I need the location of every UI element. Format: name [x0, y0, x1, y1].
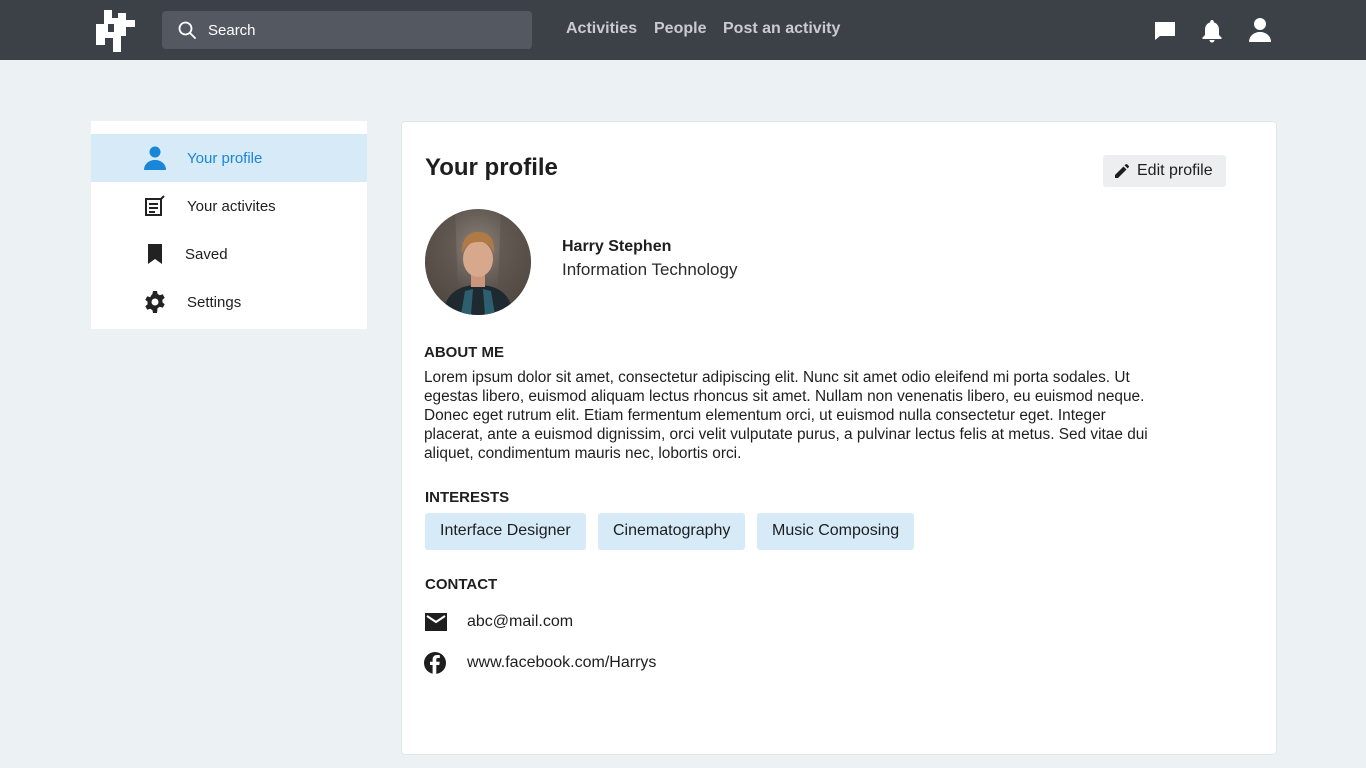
edit-profile-label: Edit profile: [1137, 162, 1213, 179]
pencil-icon: [1115, 164, 1129, 178]
gear-icon: [145, 291, 165, 313]
contact-facebook[interactable]: www.facebook.com/Harrys: [424, 651, 724, 677]
email-address[interactable]: abc@mail.com: [467, 613, 573, 631]
facebook-url[interactable]: www.facebook.com/Harrys: [467, 654, 656, 672]
sidebar-item-your-activites[interactable]: Your activites: [91, 182, 367, 230]
user-department: Information Technology: [562, 260, 738, 279]
sidebar-item-label: Your profile: [187, 150, 263, 167]
chat-icon[interactable]: [1154, 20, 1176, 42]
search-bar[interactable]: Search: [162, 11, 532, 49]
sidebar-item-label: Saved: [185, 246, 228, 263]
mail-icon: [425, 613, 447, 631]
contact-email[interactable]: abc@mail.com: [424, 610, 724, 636]
bookmark-icon: [148, 244, 162, 264]
sidebar-item-settings[interactable]: Settings: [91, 278, 367, 326]
logo-icon[interactable]: [95, 10, 137, 52]
top-navigation-bar: Search Activities People Post an activit…: [0, 0, 1366, 60]
nav-activities[interactable]: Activities: [566, 20, 637, 38]
nav-people[interactable]: People: [654, 20, 706, 38]
user-icon[interactable]: [1248, 17, 1272, 43]
nav-post-activity[interactable]: Post an activity: [723, 20, 840, 38]
sidebar-item-saved[interactable]: Saved: [91, 230, 367, 278]
interest-chip[interactable]: Music Composing: [757, 513, 915, 550]
activity-icon: [145, 195, 165, 216]
about-heading: ABOUT ME: [424, 344, 504, 361]
search-icon: [178, 21, 196, 39]
sidebar-item-your-profile[interactable]: Your profile: [91, 134, 367, 182]
sidebar-item-label: Settings: [187, 294, 242, 311]
contact-heading: CONTACT: [425, 576, 498, 593]
profile-card: Your profile Edit profile Harry Stephen …: [401, 121, 1277, 755]
facebook-icon: [424, 652, 446, 674]
edit-profile-button[interactable]: Edit profile: [1103, 155, 1226, 187]
sidebar: Your profile Your activites Saved Settin…: [91, 121, 367, 329]
person-icon: [144, 146, 166, 170]
about-text: Lorem ipsum dolor sit amet, consectetur …: [424, 369, 1148, 462]
page-title: Your profile: [425, 154, 558, 181]
user-name: Harry Stephen: [562, 238, 672, 255]
avatar: [425, 209, 531, 315]
search-placeholder[interactable]: Search: [208, 22, 256, 39]
bell-icon[interactable]: [1201, 19, 1223, 43]
interest-chip[interactable]: Cinematography: [598, 513, 746, 550]
sidebar-item-label: Your activites: [187, 198, 276, 215]
avatar-photo: [425, 209, 531, 315]
interests-heading: INTERESTS: [425, 489, 510, 506]
interest-chip[interactable]: Interface Designer: [425, 513, 586, 550]
